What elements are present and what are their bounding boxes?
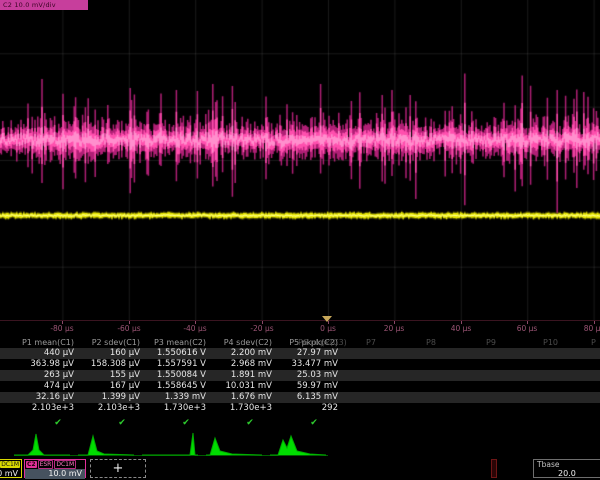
measurement-value: 27.97 mV (274, 348, 340, 359)
histicon[interactable] (142, 430, 198, 457)
time-axis-label: -100 µs (0, 324, 8, 333)
c1-coupling-badge: DC1M (0, 461, 20, 468)
trace-label-badge: C2 10.0 mV/div (0, 0, 88, 10)
histicon[interactable] (14, 430, 70, 457)
measurement-value: 1.399 µV (76, 392, 142, 403)
measurement-value: 167 µV (76, 381, 142, 392)
measurement-header-dim[interactable]: P10 (543, 337, 558, 348)
measurement-value: 25.03 mV (274, 370, 340, 381)
status-check-icon: ✔ (48, 418, 68, 428)
measurement-status-row: ✔ ✔ ✔ ✔ ✔ (0, 418, 600, 430)
measurement-header[interactable]: P2 sdev(C1) (76, 337, 142, 348)
measurement-value: 2.968 mV (208, 359, 274, 370)
measurement-header-dim[interactable]: P (591, 337, 596, 348)
c2-scale-value: 10.0 mV (25, 469, 85, 479)
time-axis-label: -60 µs (107, 324, 151, 333)
measurement-header[interactable]: P1 mean(C1) (10, 337, 76, 348)
trigger-position-marker[interactable] (322, 316, 332, 322)
status-check-icon: ✔ (304, 418, 324, 428)
descriptor-bar: DC1M 0 mV C2 ESR DC1M 10.0 mV + HD 12 Bi… (0, 458, 600, 480)
measurement-value: 292 (274, 403, 340, 414)
measurement-row: 263 µV155 µV1.550084 V1.891 mV25.03 mV (0, 370, 600, 381)
time-axis-label: -40 µs (173, 324, 217, 333)
measurement-value: 2.103e+3 (10, 403, 76, 414)
measurement-row: 32.16 µV1.399 µV1.339 mV1.676 mV6.135 mV (0, 392, 600, 403)
histicon[interactable] (206, 430, 262, 457)
time-axis-label: -20 µs (240, 324, 284, 333)
histicon-strip (0, 430, 600, 457)
status-check-icon: ✔ (176, 418, 196, 428)
timebase-descriptor[interactable]: Tbase 20.0 (533, 459, 600, 478)
measurement-value: 1.676 mV (208, 392, 274, 403)
measurement-header-row: P1 mean(C1)P2 sdev(C1)P3 mean(C2)P4 sdev… (0, 337, 600, 348)
measurement-value: 1.730e+3 (142, 403, 208, 414)
c1-scale-value: 0 mV (0, 469, 21, 479)
status-check-icon: ✔ (112, 418, 132, 428)
measurement-table: P1 mean(C1)P2 sdev(C1)P3 mean(C2)P4 sdev… (0, 337, 600, 414)
measurement-value: 160 µV (76, 348, 142, 359)
measurement-row: 474 µV167 µV1.558645 V10.031 mV59.97 mV (0, 381, 600, 392)
histicon[interactable] (78, 430, 134, 457)
measurement-value: 33.477 mV (274, 359, 340, 370)
status-check-icon: ✔ (240, 418, 260, 428)
time-axis-label: 0 µs (306, 324, 350, 333)
tbase-label: Tbase (534, 460, 600, 469)
measurement-value: 32.16 µV (10, 392, 76, 403)
measurement-value: 1.891 mV (208, 370, 274, 381)
histicon[interactable] (270, 430, 326, 457)
measurement-header[interactable]: P4 sdev(C2) (208, 337, 274, 348)
c2-esr-badge: ESR (38, 460, 54, 469)
time-axis-label: 40 µs (439, 324, 483, 333)
measurement-value: 1.550084 V (142, 370, 208, 381)
measurement-header-dim[interactable]: P9 (486, 337, 496, 348)
measurement-value: 474 µV (10, 381, 76, 392)
time-axis: -100 µs -80 µs -60 µs -40 µs -20 µs 0 µs 20 µs… (0, 320, 600, 336)
measurement-header[interactable]: P3 mean(C2) (142, 337, 208, 348)
measurement-row: 440 µV160 µV1.550616 V2.200 mV27.97 mV (0, 348, 600, 359)
measurement-value: 1.550616 V (142, 348, 208, 359)
measurement-value: 59.97 mV (274, 381, 340, 392)
tbase-value: 20.0 (534, 469, 600, 479)
time-axis-label: 60 µs (505, 324, 549, 333)
measurement-value: 1.730e+3 (208, 403, 274, 414)
measurement-value: 2.200 mV (208, 348, 274, 359)
measurement-value: 263 µV (10, 370, 76, 381)
measurement-value: 363.98 µV (10, 359, 76, 370)
measurement-value: 6.135 mV (274, 392, 340, 403)
c2-channel-badge: C2 (26, 461, 37, 468)
measurement-value: 440 µV (10, 348, 76, 359)
measurement-row: 2.103e+32.103e+31.730e+31.730e+3292 (0, 403, 600, 414)
measurement-value: 1.558645 V (142, 381, 208, 392)
measurement-value: 2.103e+3 (76, 403, 142, 414)
measurement-value: 1.339 mV (142, 392, 208, 403)
channel-c2-descriptor[interactable]: C2 ESR DC1M 10.0 mV (24, 459, 86, 478)
measurement-value: 1.557591 V (142, 359, 208, 370)
measurement-header-dim[interactable]: P6 pkpk(C3) (298, 337, 347, 348)
oscilloscope-screen: C2 10.0 mV/div -100 µs -80 µs -60 µs -40 µs… (0, 0, 600, 480)
plus-icon: + (113, 461, 124, 476)
measurement-value: 158.308 µV (76, 359, 142, 370)
add-channel-button[interactable]: + (90, 459, 146, 478)
measurement-row: 363.98 µV158.308 µV1.557591 V2.968 mV33.… (0, 359, 600, 370)
measurement-header-dim[interactable]: P8 (426, 337, 436, 348)
time-axis-label: 80 µs (572, 324, 600, 333)
trigger-descriptor-edge[interactable] (491, 459, 497, 478)
measurement-value: 155 µV (76, 370, 142, 381)
c2-coupling-badge: DC1M (54, 460, 76, 469)
time-axis-label: 20 µs (372, 324, 416, 333)
channel-c1-descriptor[interactable]: DC1M 0 mV (0, 459, 22, 478)
measurement-header-dim[interactable]: P7 (366, 337, 376, 348)
measurement-value: 10.031 mV (208, 381, 274, 392)
waveform-display[interactable] (0, 0, 600, 320)
time-axis-label: -80 µs (40, 324, 84, 333)
